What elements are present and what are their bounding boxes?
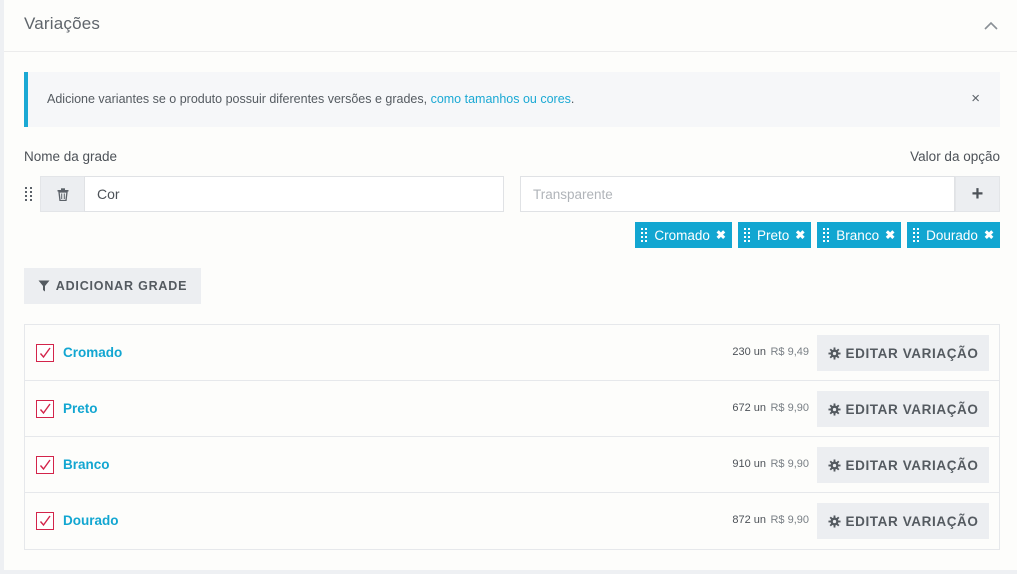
add-option-button[interactable]: + xyxy=(955,176,1000,212)
remove-tag-icon[interactable]: ✖ xyxy=(885,228,895,242)
add-grade-label: ADICIONAR GRADE xyxy=(55,279,188,293)
info-link[interactable]: como tamanhos ou cores xyxy=(431,92,571,106)
add-grade-button[interactable]: ADICIONAR GRADE xyxy=(24,268,201,304)
checkmark-icon xyxy=(39,403,51,415)
option-tag-label: Branco xyxy=(836,227,880,243)
chevron-up-icon[interactable] xyxy=(981,16,1001,36)
variation-row: Preto 672 un R$ 9,90 EDITAR VARIAÇÃO xyxy=(25,381,999,437)
panel-header[interactable]: Variações xyxy=(4,0,1017,52)
filter-icon xyxy=(38,280,50,292)
edit-variation-button[interactable]: EDITAR VARIAÇÃO xyxy=(817,447,989,483)
gear-icon xyxy=(827,514,841,528)
edit-variation-button[interactable]: EDITAR VARIAÇÃO xyxy=(817,503,989,539)
gear-icon xyxy=(827,402,841,416)
option-value-input[interactable] xyxy=(520,176,955,212)
checkmark-icon xyxy=(39,347,51,359)
option-tag[interactable]: Branco ✖ xyxy=(817,222,902,248)
variation-checkbox[interactable] xyxy=(36,512,54,530)
remove-tag-icon[interactable]: ✖ xyxy=(795,228,805,242)
option-tags: Cromado ✖ Preto ✖ Branco ✖ Dourado ✖ xyxy=(635,222,1000,248)
panel-title: Variações xyxy=(24,14,101,33)
drag-handle-icon[interactable] xyxy=(24,186,34,202)
trash-icon xyxy=(57,187,69,201)
edit-variation-label: EDITAR VARIAÇÃO xyxy=(845,513,979,529)
drag-handle-icon[interactable] xyxy=(913,228,920,242)
drag-handle-icon[interactable] xyxy=(823,228,830,242)
variation-price: R$ 9,90 xyxy=(770,514,809,526)
edit-variation-label: EDITAR VARIAÇÃO xyxy=(845,345,979,361)
variation-qty: 872 un xyxy=(732,514,766,526)
variation-row: Dourado 872 un R$ 9,90 EDITAR VARIAÇÃO xyxy=(25,493,999,549)
edit-variation-label: EDITAR VARIAÇÃO xyxy=(845,401,979,417)
option-tag-label: Cromado xyxy=(654,227,710,243)
variation-name[interactable]: Branco xyxy=(63,457,110,472)
variation-qty: 230 un xyxy=(732,346,766,358)
variation-qty: 672 un xyxy=(732,402,766,414)
variation-name[interactable]: Dourado xyxy=(63,513,119,528)
variations-panel: Variações Adicione variantes se o produt… xyxy=(4,0,1017,570)
option-tag-label: Preto xyxy=(756,227,790,243)
delete-grade-button[interactable] xyxy=(40,176,85,212)
info-alert: Adicione variantes se o produto possuir … xyxy=(24,72,1000,127)
edit-variation-label: EDITAR VARIAÇÃO xyxy=(845,457,979,473)
grade-name-input[interactable] xyxy=(84,176,504,212)
variation-price: R$ 9,49 xyxy=(770,346,809,358)
option-tag[interactable]: Cromado ✖ xyxy=(635,222,732,248)
variation-checkbox[interactable] xyxy=(36,344,54,362)
remove-tag-icon[interactable]: ✖ xyxy=(984,228,994,242)
edit-variation-button[interactable]: EDITAR VARIAÇÃO xyxy=(817,335,989,371)
info-message: Adicione variantes se o produto possuir … xyxy=(47,92,431,106)
drag-handle-icon[interactable] xyxy=(641,228,648,242)
grade-name-label: Nome da grade xyxy=(24,149,118,164)
variation-qty: 910 un xyxy=(732,458,766,470)
option-value-label: Valor da opção xyxy=(910,149,1000,164)
info-suffix: . xyxy=(570,92,575,106)
variation-row: Branco 910 un R$ 9,90 EDITAR VARIAÇÃO xyxy=(25,437,999,493)
option-tag[interactable]: Dourado ✖ xyxy=(907,222,1000,248)
variations-list: Cromado 230 un R$ 9,49 EDITAR VARIAÇÃO P… xyxy=(24,324,1000,550)
variation-row: Cromado 230 un R$ 9,49 EDITAR VARIAÇÃO xyxy=(25,325,999,381)
variation-name[interactable]: Cromado xyxy=(63,345,122,360)
variation-checkbox[interactable] xyxy=(36,456,54,474)
drag-handle-icon[interactable] xyxy=(743,228,751,242)
checkmark-icon xyxy=(39,459,51,471)
checkmark-icon xyxy=(39,515,51,527)
variation-checkbox[interactable] xyxy=(36,400,54,418)
remove-tag-icon[interactable]: ✖ xyxy=(716,228,726,242)
info-text: Adicione variantes se o produto possuir … xyxy=(47,92,574,106)
variation-price: R$ 9,90 xyxy=(770,402,809,414)
edit-variation-button[interactable]: EDITAR VARIAÇÃO xyxy=(817,391,989,427)
variation-price: R$ 9,90 xyxy=(770,458,809,470)
option-tag-label: Dourado xyxy=(926,227,978,243)
variation-name[interactable]: Preto xyxy=(63,401,98,416)
close-icon[interactable]: × xyxy=(971,90,980,107)
gear-icon xyxy=(827,346,841,360)
gear-icon xyxy=(827,458,841,472)
option-tag[interactable]: Preto ✖ xyxy=(737,222,812,248)
